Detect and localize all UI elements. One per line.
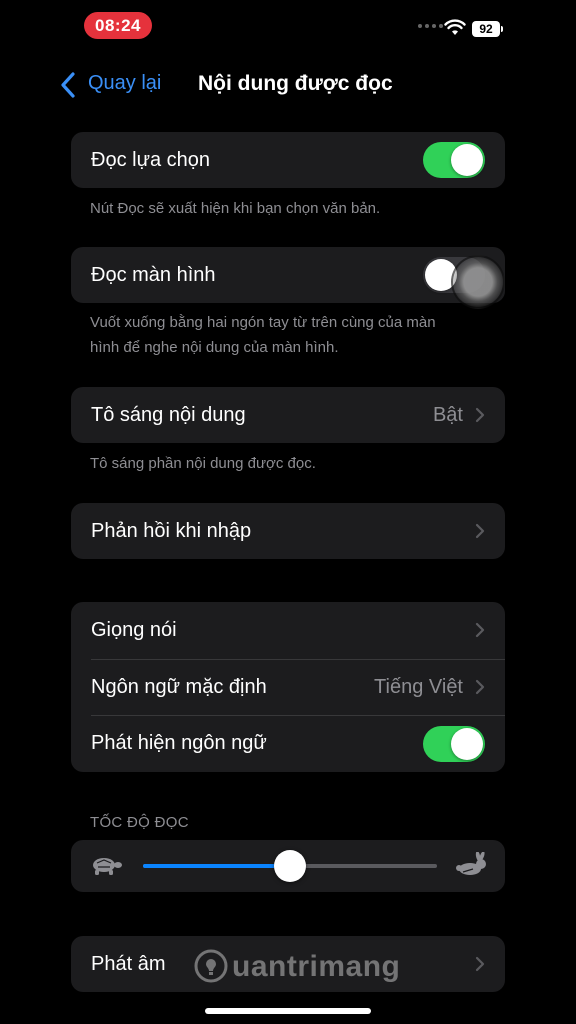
voices-label: Giọng nói — [91, 619, 177, 641]
wifi-icon — [444, 19, 466, 35]
turtle-icon — [93, 858, 122, 875]
speak-selection-row[interactable]: Đọc lựa chọn — [71, 132, 505, 188]
back-chevron-icon[interactable] — [60, 72, 76, 98]
chevron-right-icon — [475, 622, 485, 638]
rabbit-icon — [456, 852, 486, 875]
chevron-right-icon — [475, 679, 485, 695]
detect-language-toggle[interactable] — [423, 726, 485, 762]
default-language-row[interactable]: Ngôn ngữ mặc định Tiếng Việt — [71, 659, 505, 715]
status-time: 08:24 — [84, 12, 152, 39]
default-language-value: Tiếng Việt — [374, 676, 463, 698]
touch-indicator — [451, 255, 505, 309]
toggle-knob — [451, 144, 483, 176]
speak-selection-footer: Nút Đọc sẽ xuất hiện khi bạn chọn văn bả… — [90, 200, 381, 217]
slider-thumb[interactable] — [274, 850, 306, 882]
voices-row[interactable]: Giọng nói — [71, 602, 505, 659]
chevron-right-icon — [475, 956, 485, 972]
back-button[interactable]: Quay lại — [88, 72, 161, 95]
typing-feedback-row[interactable]: Phản hồi khi nhập — [71, 503, 505, 559]
watermark-logo-icon — [194, 949, 228, 983]
detect-language-row[interactable]: Phát hiện ngôn ngữ — [71, 715, 505, 772]
detect-language-label: Phát hiện ngôn ngữ — [91, 732, 267, 754]
speaking-rate-slider-row — [71, 840, 505, 892]
battery-indicator: 92 — [472, 21, 500, 37]
home-indicator[interactable] — [205, 1008, 371, 1014]
typing-feedback-label: Phản hồi khi nhập — [91, 520, 252, 542]
highlight-content-label: Tô sáng nội dung — [91, 404, 246, 426]
speak-screen-footer-line2: hình để nghe nội dung của màn hình. — [90, 339, 339, 356]
default-language-label: Ngôn ngữ mặc định — [91, 676, 267, 698]
speak-selection-toggle[interactable] — [423, 142, 485, 178]
battery-tip — [501, 26, 503, 32]
speak-screen-row[interactable]: Đọc màn hình — [71, 247, 505, 303]
highlight-content-value: Bật — [432, 404, 463, 426]
cellular-signal-icon — [418, 24, 443, 28]
slider-fill — [143, 864, 290, 868]
speak-screen-label: Đọc màn hình — [91, 264, 216, 286]
voice-settings-group: Giọng nói Ngôn ngữ mặc định Tiếng Việt P… — [71, 602, 505, 772]
watermark-text: uantrimang — [232, 950, 401, 983]
toggle-knob — [451, 728, 483, 760]
chevron-right-icon — [475, 523, 485, 539]
highlight-content-footer: Tô sáng phần nội dung được đọc. — [90, 455, 316, 472]
speak-screen-footer-line1: Vuốt xuống bằng hai ngón tay từ trên cùn… — [90, 314, 436, 331]
speak-selection-label: Đọc lựa chọn — [91, 149, 211, 171]
chevron-right-icon — [475, 407, 485, 423]
speak-screen-footer: Vuốt xuống bằng hai ngón tay từ trên cùn… — [90, 310, 490, 360]
speaking-rate-header: TỐC ĐỘ ĐỌC — [90, 814, 189, 831]
pronunciations-label: Phát âm — [91, 953, 166, 975]
highlight-content-row[interactable]: Tô sáng nội dung Bật — [71, 387, 505, 443]
page-title: Nội dung được đọc — [198, 72, 393, 95]
